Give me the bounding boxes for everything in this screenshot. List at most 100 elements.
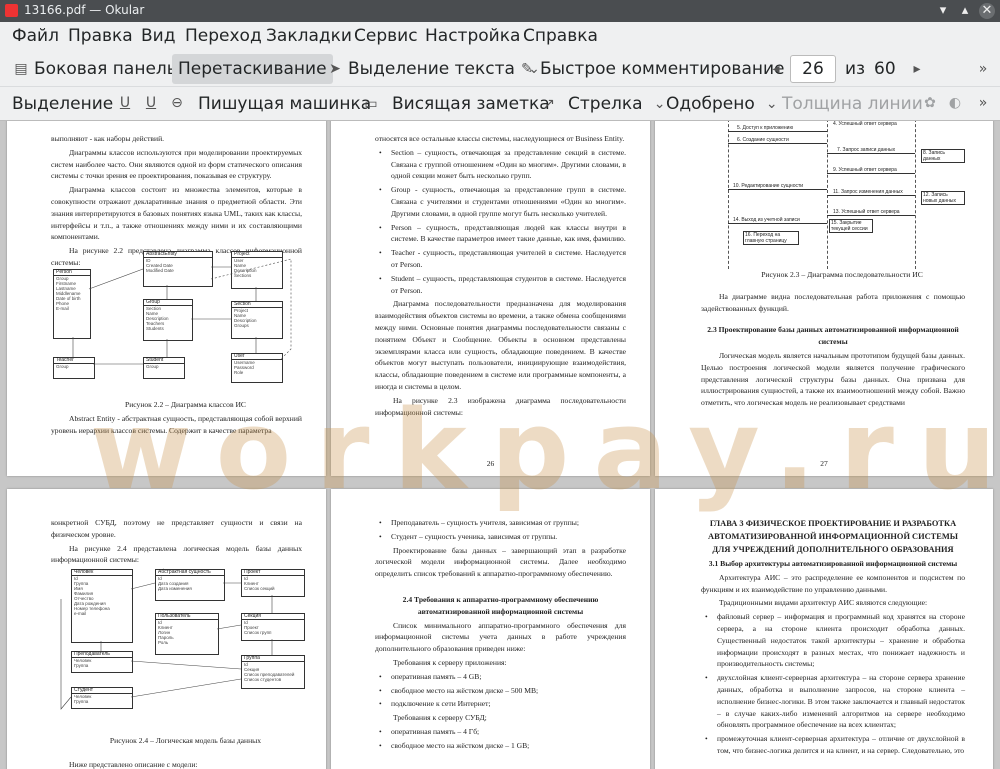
annotation-toolbar: Выделение U U ⊖ Пишущая машинка ▭ Висяща… (0, 87, 1000, 121)
sequence-message: 13. Успешный ответ сервера (833, 209, 900, 215)
overflow-menu-icon[interactable]: » (974, 94, 992, 112)
previous-page-icon[interactable]: ◂ (767, 60, 785, 78)
sidebar-button[interactable]: ▤ Боковая панель (12, 52, 177, 86)
figure-caption: Рисунок 2.3 – Диаграмма последовательнос… (761, 270, 923, 279)
text-select-button[interactable]: ➤ Выделение текста ⌄ (326, 52, 547, 86)
page-text: Диаграммы классов используются при модел… (51, 147, 302, 181)
pdf-page-29: Преподаватель – сущность учителя, зависи… (331, 489, 650, 769)
page-text: Person – сущность, представляющая людей … (375, 222, 626, 246)
menu-view[interactable]: Вид (141, 26, 175, 46)
page-text: промежуточная клиент-серверная архитекту… (701, 733, 965, 757)
page-text: На рисунке 2.4 представлена логическая м… (51, 543, 302, 565)
page-text: Традиционными видами архитектур АИС явля… (719, 598, 928, 608)
okular-app-icon (5, 4, 18, 17)
sidebar-label: Боковая панель (34, 59, 177, 79)
line-width-button[interactable]: Толщина линии (782, 87, 923, 120)
page-text: оперативная память – 4 Гб; (375, 726, 626, 738)
sequence-activation: 12. Запись новых данных (921, 191, 965, 205)
text-select-label: Выделение текста (348, 59, 515, 79)
strikeout-icon[interactable]: ⊖ (168, 94, 186, 112)
title-bar: 13166.pdf — Okular ▾ ▴ ✕ (0, 0, 1000, 22)
page-text: Проектирование базы данных – завершающий… (375, 545, 626, 579)
drag-mode-label: Перетаскивание (178, 59, 327, 79)
sequence-message: 6. Создание сущности (737, 137, 789, 143)
page-text: подключение к сети Интернет; (375, 698, 626, 710)
sequence-message: 9. Успешный ответ сервера (833, 167, 897, 173)
cursor-icon: ➤ (329, 61, 341, 77)
highlight-button[interactable]: Выделение (12, 87, 113, 120)
page-text: свободное место на жёстком диске – 1 GB; (375, 740, 626, 752)
sequence-message: 10. Редактирование сущности (733, 183, 804, 189)
section-heading: 2.3 Проектирование базы данных автоматиз… (707, 325, 959, 347)
menu-settings[interactable]: Настройка (425, 26, 520, 46)
note-icon: ▭ (364, 95, 378, 112)
page-text: Section – сущность, отвечающая за предст… (375, 147, 626, 182)
class-diagram: Person Group Firstname Lastname Middlena… (51, 249, 311, 397)
page-total-label: 60 (874, 59, 896, 79)
sequence-message: 4. Успешный ответ сервера (833, 121, 897, 127)
section-heading: 3.1 Выбор архитектуры автоматизированной… (708, 559, 958, 568)
watermark-text: workpay.ru (90, 386, 1000, 514)
arrow-label: Стрелка (568, 93, 643, 114)
page-text: конкретной СУБД, поэтому не представляет… (51, 518, 302, 539)
typewriter-button[interactable]: Пишущая машинка (198, 87, 371, 120)
underline-icon[interactable]: U (116, 94, 134, 112)
page-text: На диаграмме видна последовательная рабо… (701, 291, 965, 313)
menu-tools[interactable]: Сервис (354, 26, 418, 46)
page-of-label: из (845, 59, 866, 79)
minimize-icon[interactable]: ▾ (935, 3, 951, 19)
page-text: двухслойная клиент-серверная архитектура… (701, 672, 965, 731)
page-text: выполняют - как наборы действий. (51, 134, 165, 143)
figure-caption: Рисунок 2.4 – Логическая модель базы дан… (109, 736, 262, 745)
sequence-activation: 15. Закрытие текущей сессии (829, 219, 873, 233)
next-page-icon[interactable]: ▸ (908, 60, 926, 78)
drag-mode-button[interactable]: Перетаскивание (172, 54, 333, 84)
pdf-page-28: конкретной СУБД, поэтому не представляет… (7, 489, 326, 769)
stamp-button[interactable]: Одобрено ⌄ (666, 87, 785, 120)
menu-bar: Файл Правка Вид Переход Закладки Сервис … (0, 22, 1000, 52)
popup-note-button[interactable]: ▭ Висящая заметка (362, 87, 550, 120)
maximize-icon[interactable]: ▴ (957, 3, 973, 19)
page-text: Список минимального аппаратно-программно… (375, 620, 626, 654)
arrow-tool-icon: ↗ (543, 95, 555, 112)
line-width-label: Толщина линии (782, 93, 923, 114)
popup-note-label: Висящая заметка (392, 93, 550, 114)
quick-comment-button[interactable]: ✎ Быстрое комментирование (518, 52, 784, 86)
entity-relations (60, 582, 273, 710)
sequence-message: 7. Запрос записи данных (837, 147, 896, 153)
pen-icon: ✎ (521, 61, 533, 77)
menu-edit[interactable]: Правка (68, 26, 133, 46)
overflow-menu-icon[interactable]: » (974, 60, 992, 78)
opacity-icon[interactable]: ◐ (946, 94, 964, 112)
document-view[interactable]: выполняют - как наборы действий. Диаграм… (0, 121, 1000, 769)
page-text: Group - сущность, отвечающая за представ… (375, 184, 626, 219)
page-number-input[interactable]: 26 (790, 55, 836, 83)
typewriter-label: Пишущая машинка (198, 93, 372, 114)
page-text: Требования к серверу приложения: (393, 657, 507, 667)
stamp-label: Одобрено (666, 93, 755, 114)
page-text: Преподаватель – сущность учителя, зависи… (375, 517, 626, 529)
menu-file[interactable]: Файл (12, 26, 59, 46)
page-text: Ниже представлено описание с модели: (69, 759, 198, 769)
chapter-heading: ГЛАВА 3 ФИЗИЧЕСКОЕ ПРОЕКТИРОВАНИЕ И РАЗР… (708, 519, 958, 554)
menu-bookmarks[interactable]: Закладки (266, 26, 352, 46)
page-text: Диаграмма последовательности предназначе… (375, 299, 626, 391)
sequence-message: 14. Выход из учетной записи (733, 217, 800, 223)
page-text: Требования к серверу СУБД; (393, 713, 487, 723)
section-heading: 2.4 Требования к аппаратно-программному … (402, 594, 599, 616)
menu-help[interactable]: Справка (523, 26, 598, 46)
close-icon[interactable]: ✕ (979, 3, 995, 19)
sequence-activation: 8. Запись данных (921, 149, 965, 163)
squiggle-icon[interactable]: U (142, 94, 160, 112)
main-toolbar: ▤ Боковая панель Перетаскивание ➤ Выделе… (0, 52, 1000, 87)
menu-go[interactable]: Переход (185, 26, 262, 46)
sequence-message: 11. Запрос изменения данных (833, 189, 903, 195)
pdf-page-30: ГЛАВА 3 ФИЗИЧЕСКОЕ ПРОЕКТИРОВАНИЕ И РАЗР… (655, 489, 993, 769)
sidebar-icon: ▤ (14, 61, 28, 77)
chevron-down-icon[interactable]: ⌄ (763, 95, 781, 113)
color-icon[interactable]: ✿ (921, 94, 939, 112)
page-text: Архитектура АИС – это распределение ее к… (701, 572, 965, 594)
arrow-button[interactable]: ↗ Стрелка ⌄ (540, 87, 673, 120)
page-text: Teacher - сущность, представляющая учите… (375, 247, 626, 271)
quick-comment-label: Быстрое комментирование (540, 59, 785, 79)
